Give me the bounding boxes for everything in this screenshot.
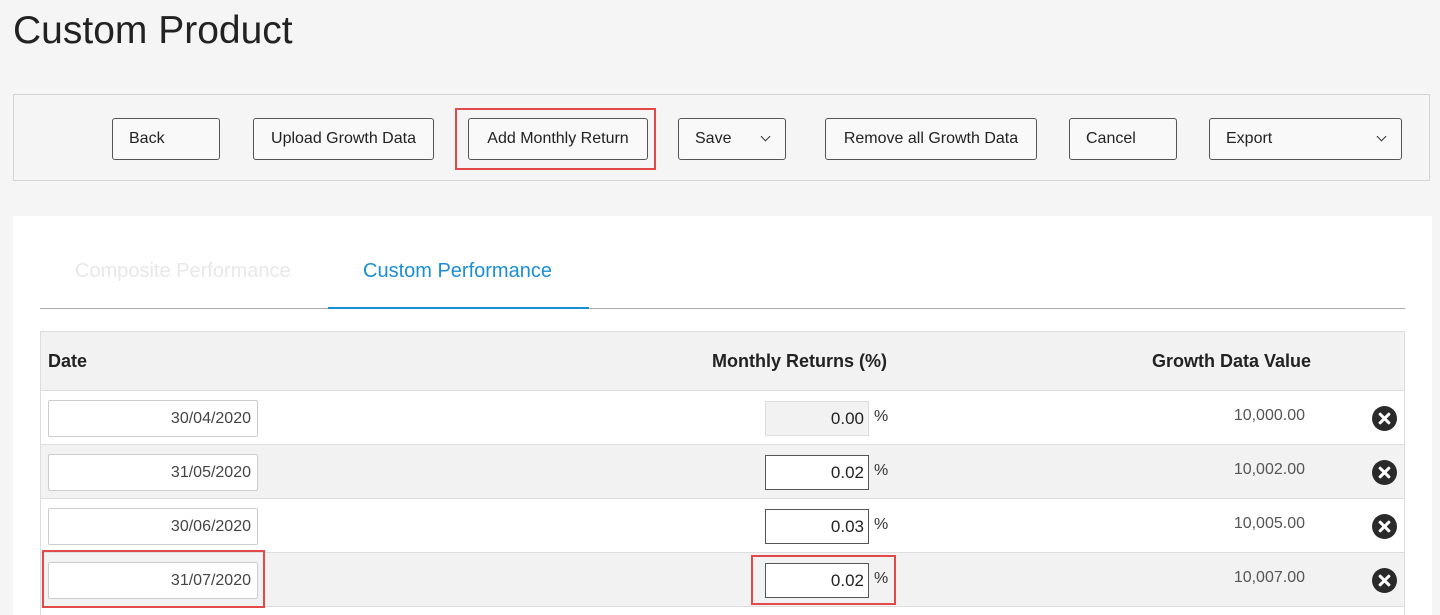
table-row: % 10,000.00 — [41, 391, 1404, 445]
save-dropdown-button[interactable]: Save — [678, 118, 786, 160]
save-button-label: Save — [695, 130, 732, 147]
growth-data-value: 10,007.00 — [1233, 569, 1305, 586]
cancel-button-label: Cancel — [1086, 130, 1136, 147]
back-button[interactable]: Back — [112, 118, 220, 160]
delete-row-icon[interactable] — [1372, 406, 1397, 431]
remove-all-growth-data-label: Remove all Growth Data — [843, 130, 1019, 147]
column-header-growth-data-value: Growth Data Value — [1151, 351, 1311, 371]
tab-composite-performance[interactable]: Composite Performance — [75, 260, 291, 283]
cancel-button[interactable]: Cancel — [1069, 118, 1177, 160]
monthly-return-input[interactable] — [765, 563, 869, 598]
monthly-return-input[interactable] — [765, 509, 869, 544]
date-input[interactable] — [48, 562, 258, 599]
chevron-down-icon — [760, 131, 771, 142]
delete-row-icon[interactable] — [1372, 568, 1397, 593]
percent-unit: % — [874, 570, 889, 587]
back-button-label: Back — [129, 130, 165, 147]
growth-data-value: 10,002.00 — [1233, 461, 1305, 478]
delete-row-icon[interactable] — [1372, 460, 1397, 485]
monthly-return-input — [765, 401, 869, 436]
export-button-label: Export — [1226, 130, 1273, 147]
upload-growth-data-label: Upload Growth Data — [271, 130, 416, 147]
growth-data-table: Date Monthly Returns (%) Growth Data Val… — [40, 331, 1405, 615]
action-toolbar: Back Upload Growth Data Add Monthly Retu… — [13, 94, 1430, 181]
date-input[interactable] — [48, 508, 258, 545]
tab-bar: Composite Performance Custom Performance — [40, 216, 1405, 309]
percent-unit: % — [874, 408, 889, 425]
add-monthly-return-label: Add Monthly Return — [487, 130, 629, 147]
column-header-date: Date — [48, 351, 88, 371]
percent-unit: % — [874, 516, 889, 533]
table-row: % 10,005.00 — [41, 499, 1404, 553]
table-row: % 10,007.00 — [41, 553, 1404, 607]
date-input[interactable] — [48, 454, 258, 491]
table-header: Date Monthly Returns (%) Growth Data Val… — [41, 332, 1404, 391]
table-row: % 10,002.00 — [41, 445, 1404, 499]
date-input[interactable] — [48, 400, 258, 437]
monthly-return-input[interactable] — [765, 455, 869, 490]
active-tab-indicator — [328, 307, 589, 309]
column-header-monthly-returns: Monthly Returns (%) — [712, 351, 887, 371]
growth-data-value: 10,005.00 — [1233, 515, 1305, 532]
page-title: Custom Product — [13, 9, 293, 52]
tab-custom-performance[interactable]: Custom Performance — [363, 260, 552, 283]
upload-growth-data-button[interactable]: Upload Growth Data — [253, 118, 434, 160]
growth-data-value: 10,000.00 — [1233, 407, 1305, 424]
delete-row-icon[interactable] — [1372, 514, 1397, 539]
add-monthly-return-button[interactable]: Add Monthly Return — [468, 118, 648, 160]
chevron-down-icon — [1376, 131, 1387, 142]
remove-all-growth-data-button[interactable]: Remove all Growth Data — [825, 118, 1037, 160]
performance-panel: Composite Performance Custom Performance… — [13, 216, 1432, 615]
export-dropdown-button[interactable]: Export — [1209, 118, 1402, 160]
percent-unit: % — [874, 462, 889, 479]
